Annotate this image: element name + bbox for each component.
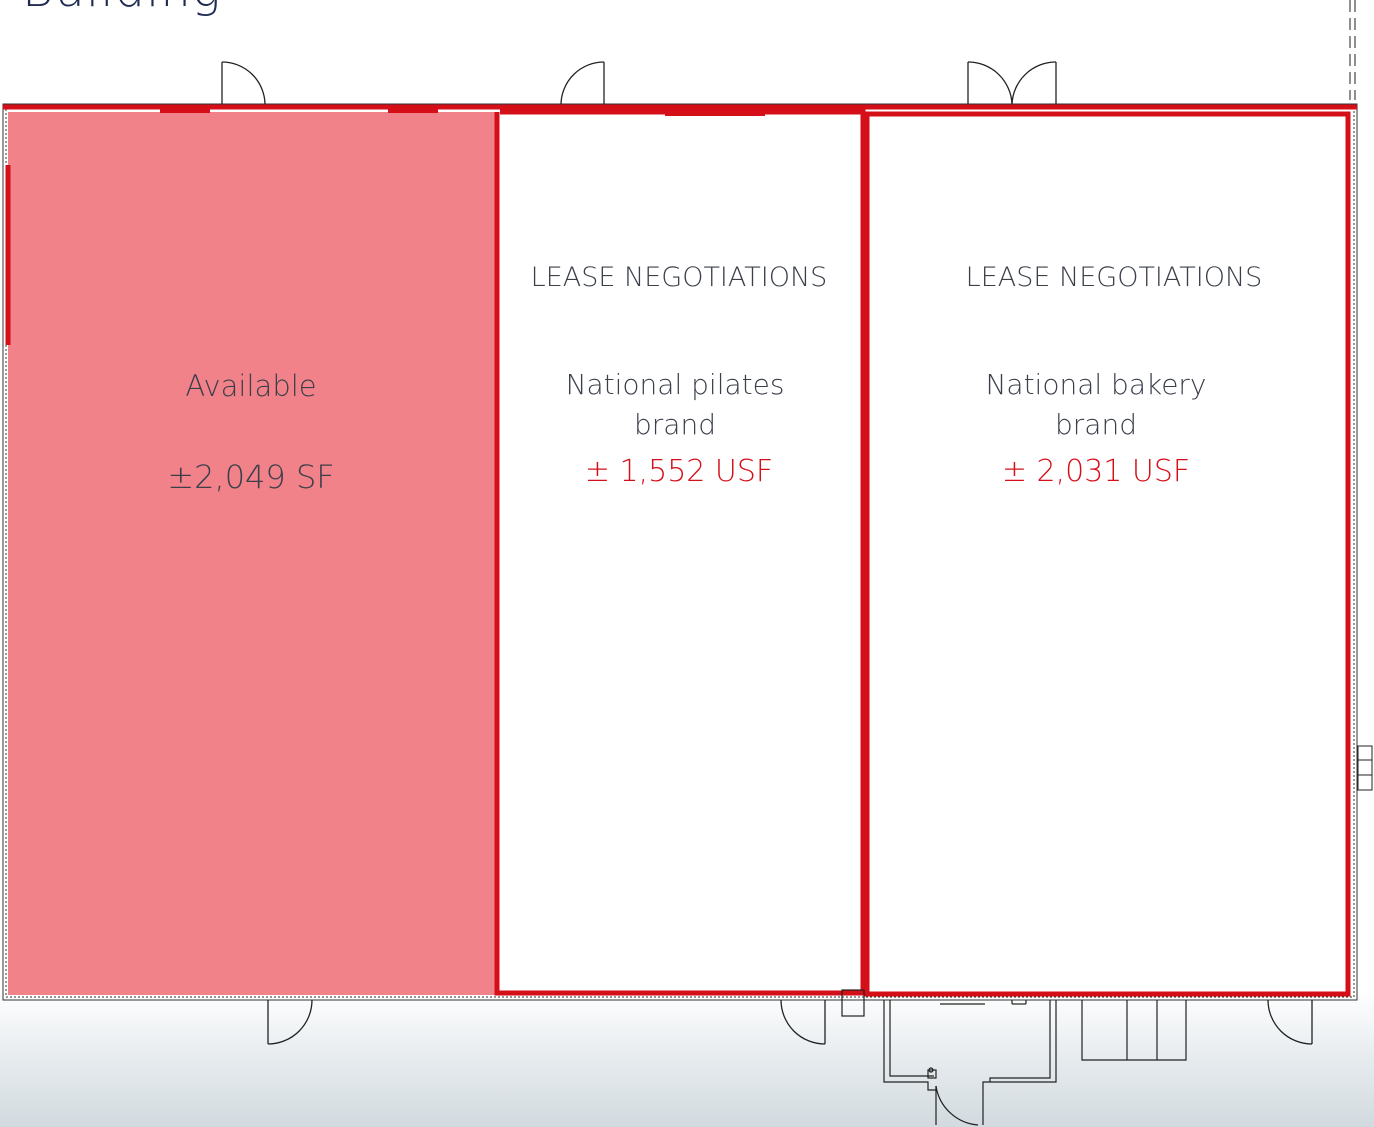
suite-1-area: ±2,049 SF bbox=[167, 458, 335, 496]
rear-vestibule bbox=[841, 989, 1187, 1126]
suite-2-tenant: National pilates brand bbox=[565, 368, 785, 441]
suite-2-area: ± 1,552 USF bbox=[584, 454, 774, 489]
suite-2-fill[interactable] bbox=[500, 114, 862, 991]
suite-3-fill[interactable] bbox=[870, 114, 1347, 991]
suite-3-tenant: National bakery brand bbox=[985, 368, 1207, 441]
suite-3-status: LEASE NEGOTIATIONS bbox=[965, 262, 1263, 293]
suite-2-status: LEASE NEGOTIATIONS bbox=[530, 262, 828, 293]
suite-3-area: ± 2,031 USF bbox=[1001, 454, 1191, 489]
exterior-details bbox=[1349, 0, 1373, 791]
suite-1-fill[interactable] bbox=[8, 112, 497, 995]
top-doors bbox=[221, 61, 1057, 105]
floor-plan bbox=[2, 0, 1373, 1126]
bottom-doors bbox=[267, 999, 1313, 1045]
page-title: Building bbox=[22, 0, 222, 18]
suite-1-tenant: Available bbox=[185, 369, 317, 403]
